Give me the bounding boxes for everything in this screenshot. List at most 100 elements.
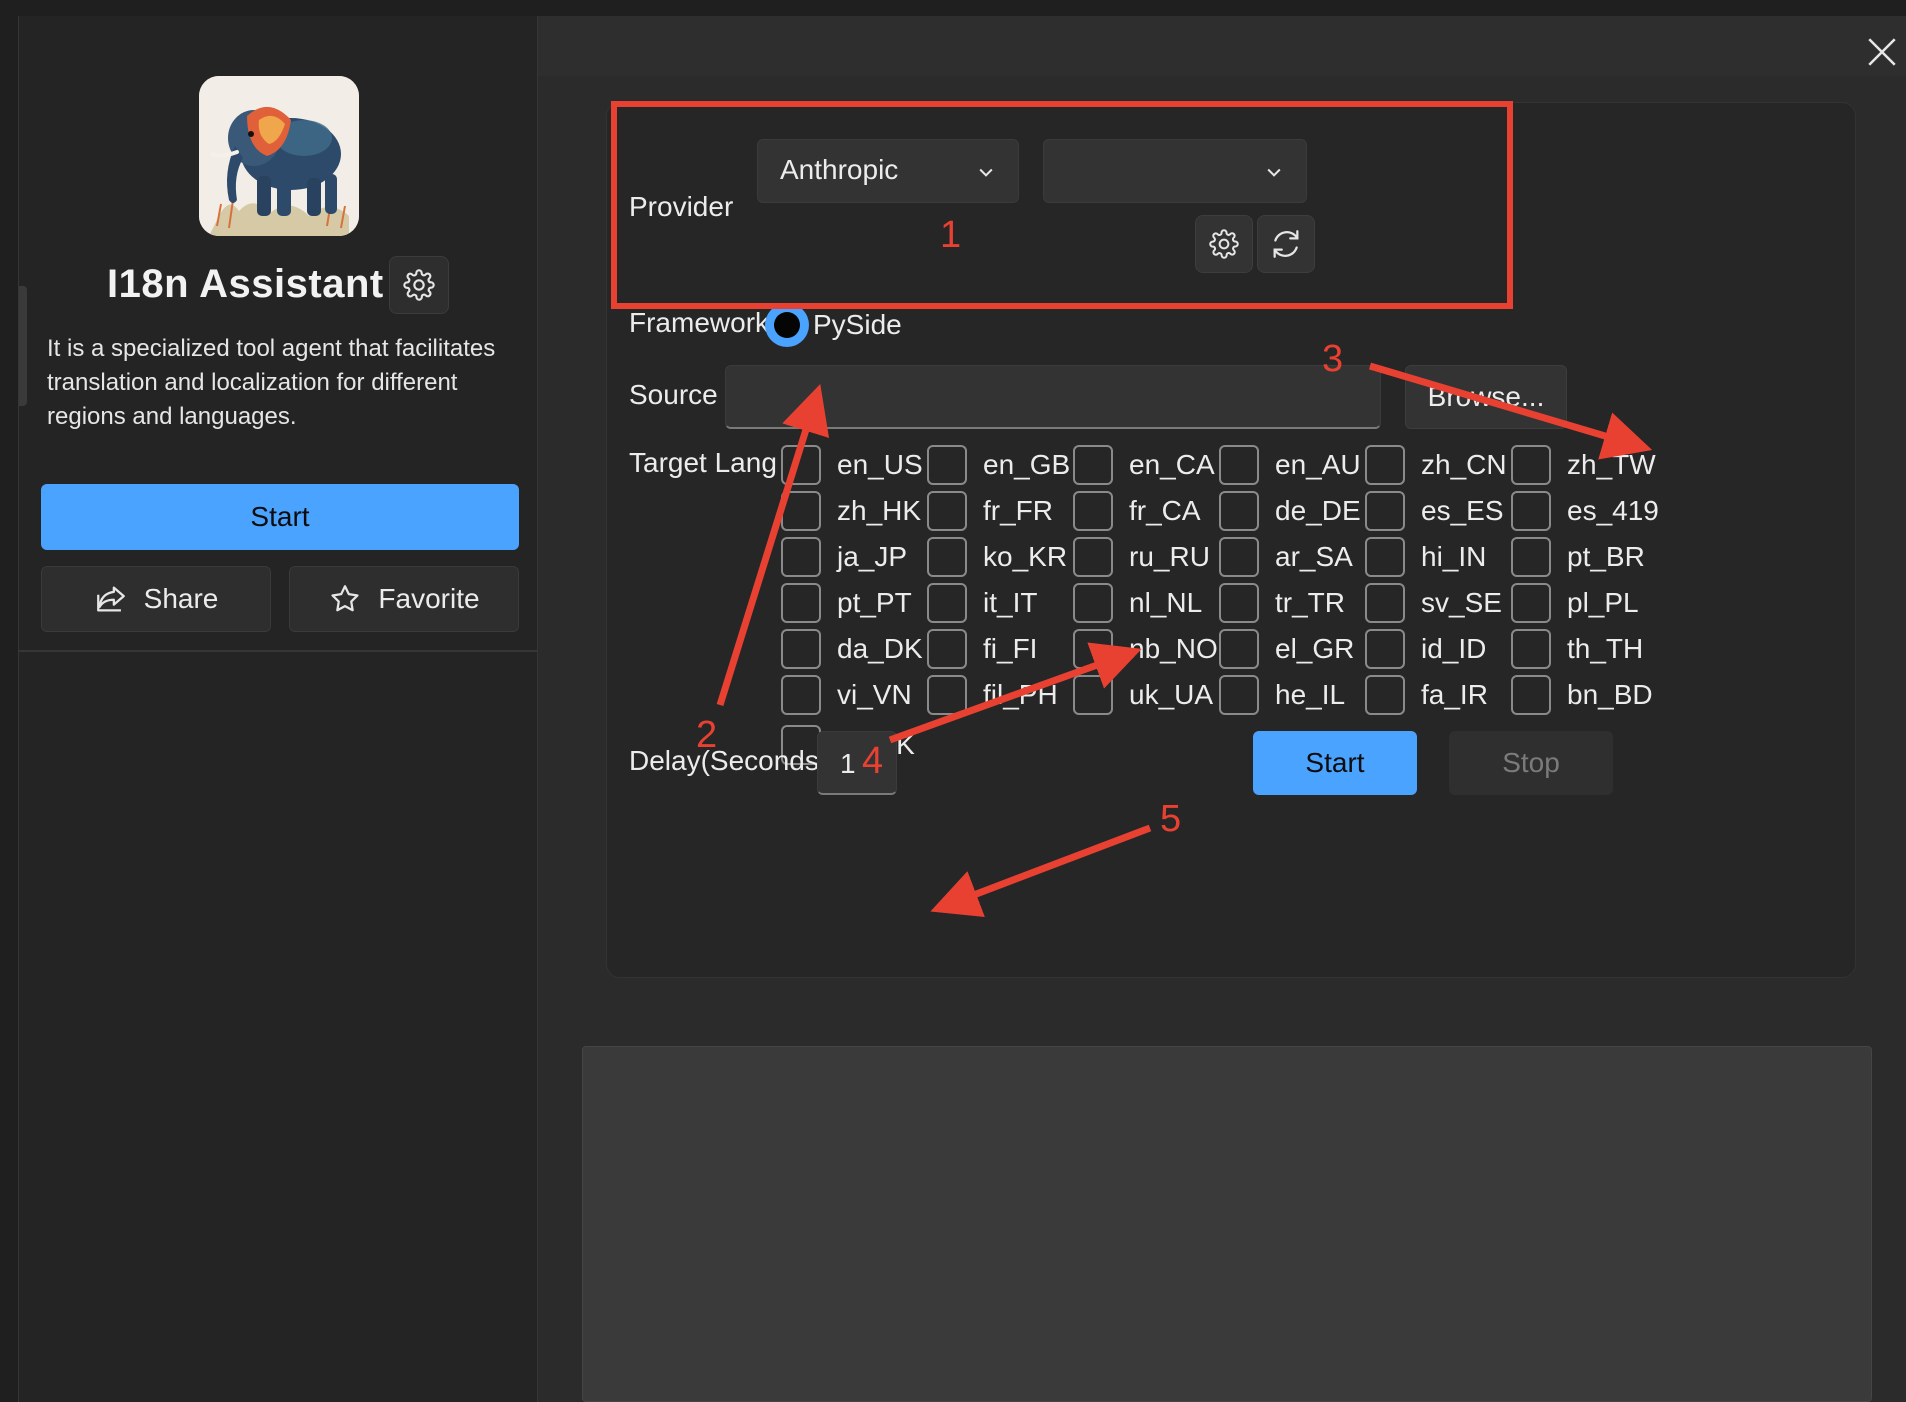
- lang-option-fi_FI[interactable]: fi_FI: [927, 629, 1073, 669]
- lang-label: ar_SA: [1275, 541, 1353, 572]
- lang-option-es_419[interactable]: es_419: [1511, 491, 1659, 531]
- lang-label: pt_BR: [1567, 541, 1645, 572]
- lang-label: vi_VN: [837, 679, 912, 710]
- lang-checkbox[interactable]: [1511, 537, 1551, 577]
- lang-option-el_GR[interactable]: el_GR: [1219, 629, 1365, 669]
- lang-option-zh_CN[interactable]: zh_CN: [1365, 445, 1511, 485]
- lang-option-de_DE[interactable]: de_DE: [1219, 491, 1365, 531]
- lang-option-zh_TW[interactable]: zh_TW: [1511, 445, 1657, 485]
- delay-input[interactable]: 1: [817, 731, 897, 795]
- lang-option-sv_SE[interactable]: sv_SE: [1365, 583, 1511, 623]
- lang-option-th_TH[interactable]: th_TH: [1511, 629, 1657, 669]
- lang-option-en_AU[interactable]: en_AU: [1219, 445, 1365, 485]
- lang-checkbox[interactable]: [781, 675, 821, 715]
- lang-option-nb_NO[interactable]: nb_NO: [1073, 629, 1219, 669]
- lang-option-fil_PH[interactable]: fil_PH: [927, 675, 1073, 715]
- lang-option-bn_BD[interactable]: bn_BD: [1511, 675, 1657, 715]
- lang-option-uk_UA[interactable]: uk_UA: [1073, 675, 1219, 715]
- lang-checkbox[interactable]: [1365, 537, 1405, 577]
- source-path-input[interactable]: [725, 365, 1381, 429]
- lang-option-fa_IR[interactable]: fa_IR: [1365, 675, 1511, 715]
- lang-option-id_ID[interactable]: id_ID: [1365, 629, 1511, 669]
- lang-option-he_IL[interactable]: he_IL: [1219, 675, 1365, 715]
- lang-option-en_CA[interactable]: en_CA: [1073, 445, 1219, 485]
- provider-label: Provider: [629, 191, 734, 222]
- lang-checkbox[interactable]: [927, 445, 967, 485]
- lang-checkbox[interactable]: [781, 491, 821, 531]
- lang-option-fr_CA[interactable]: fr_CA: [1073, 491, 1219, 531]
- output-log[interactable]: [582, 1046, 1872, 1402]
- lang-checkbox[interactable]: [1073, 583, 1113, 623]
- lang-option-it_IT[interactable]: it_IT: [927, 583, 1073, 623]
- lang-checkbox[interactable]: [927, 537, 967, 577]
- lang-option-zh_HK[interactable]: zh_HK: [781, 491, 927, 531]
- lang-option-ar_SA[interactable]: ar_SA: [1219, 537, 1365, 577]
- browse-button[interactable]: Browse...: [1405, 365, 1567, 429]
- lang-checkbox[interactable]: [1511, 491, 1551, 531]
- lang-option-ja_JP[interactable]: ja_JP: [781, 537, 927, 577]
- lang-checkbox[interactable]: [1365, 491, 1405, 531]
- app-title-row: I18n Assistant: [19, 256, 537, 316]
- favorite-button[interactable]: Favorite: [289, 566, 519, 632]
- lang-checkbox[interactable]: [927, 629, 967, 669]
- lang-checkbox[interactable]: [1073, 537, 1113, 577]
- lang-checkbox[interactable]: [927, 491, 967, 531]
- share-button[interactable]: Share: [41, 566, 271, 632]
- lang-checkbox[interactable]: [781, 537, 821, 577]
- lang-checkbox[interactable]: [1219, 537, 1259, 577]
- refresh-models-button[interactable]: [1257, 215, 1315, 273]
- lang-option-es_ES[interactable]: es_ES: [1365, 491, 1511, 531]
- annotation-3: 3: [1322, 338, 1344, 380]
- lang-option-tr_TR[interactable]: tr_TR: [1219, 583, 1365, 623]
- lang-option-ru_RU[interactable]: ru_RU: [1073, 537, 1219, 577]
- start-button[interactable]: Start: [1253, 731, 1417, 795]
- lang-option-fr_FR[interactable]: fr_FR: [927, 491, 1073, 531]
- lang-checkbox[interactable]: [1511, 583, 1551, 623]
- favorite-label: Favorite: [378, 583, 480, 614]
- lang-checkbox[interactable]: [1219, 629, 1259, 669]
- provider-settings-button[interactable]: [1195, 215, 1253, 273]
- model-select[interactable]: [1043, 139, 1307, 203]
- app-settings-button[interactable]: [389, 256, 449, 314]
- lang-option-pl_PL[interactable]: pl_PL: [1511, 583, 1657, 623]
- lang-label: fa_IR: [1421, 679, 1488, 710]
- lang-checkbox[interactable]: [1365, 445, 1405, 485]
- lang-label: id_ID: [1421, 633, 1487, 664]
- lang-checkbox[interactable]: [781, 629, 821, 669]
- lang-option-pt_PT[interactable]: pt_PT: [781, 583, 927, 623]
- lang-checkbox[interactable]: [1365, 629, 1405, 669]
- framework-radio-pyside[interactable]: [765, 303, 809, 347]
- lang-checkbox[interactable]: [781, 445, 821, 485]
- close-button[interactable]: [1862, 32, 1902, 72]
- lang-option-da_DK[interactable]: da_DK: [781, 629, 927, 669]
- lang-label: fr_FR: [983, 495, 1053, 526]
- lang-checkbox[interactable]: [1219, 583, 1259, 623]
- lang-checkbox[interactable]: [1073, 491, 1113, 531]
- lang-checkbox[interactable]: [1219, 491, 1259, 531]
- lang-checkbox[interactable]: [1511, 629, 1551, 669]
- sidebar-start-button[interactable]: Start: [41, 484, 519, 550]
- lang-checkbox[interactable]: [781, 583, 821, 623]
- lang-option-vi_VN[interactable]: vi_VN: [781, 675, 927, 715]
- lang-checkbox[interactable]: [1073, 629, 1113, 669]
- lang-checkbox[interactable]: [1365, 675, 1405, 715]
- lang-option-hi_IN[interactable]: hi_IN: [1365, 537, 1511, 577]
- lang-checkbox[interactable]: [927, 675, 967, 715]
- lang-option-en_GB[interactable]: en_GB: [927, 445, 1073, 485]
- lang-checkbox[interactable]: [1219, 675, 1259, 715]
- lang-option-nl_NL[interactable]: nl_NL: [1073, 583, 1219, 623]
- lang-checkbox[interactable]: [1219, 445, 1259, 485]
- lang-checkbox[interactable]: [1073, 445, 1113, 485]
- lang-option-ko_KR[interactable]: ko_KR: [927, 537, 1073, 577]
- provider-select[interactable]: Anthropic: [757, 139, 1019, 203]
- lang-checkbox[interactable]: [1365, 583, 1405, 623]
- stop-button[interactable]: Stop: [1449, 731, 1613, 795]
- lang-label: es_419: [1567, 495, 1659, 526]
- lang-checkbox[interactable]: [1511, 445, 1551, 485]
- lang-option-en_US[interactable]: en_US: [781, 445, 927, 485]
- lang-checkbox[interactable]: [927, 583, 967, 623]
- lang-option-pt_BR[interactable]: pt_BR: [1511, 537, 1657, 577]
- lang-checkbox[interactable]: [1073, 675, 1113, 715]
- lang-checkbox[interactable]: [1511, 675, 1551, 715]
- share-icon: [96, 586, 125, 612]
